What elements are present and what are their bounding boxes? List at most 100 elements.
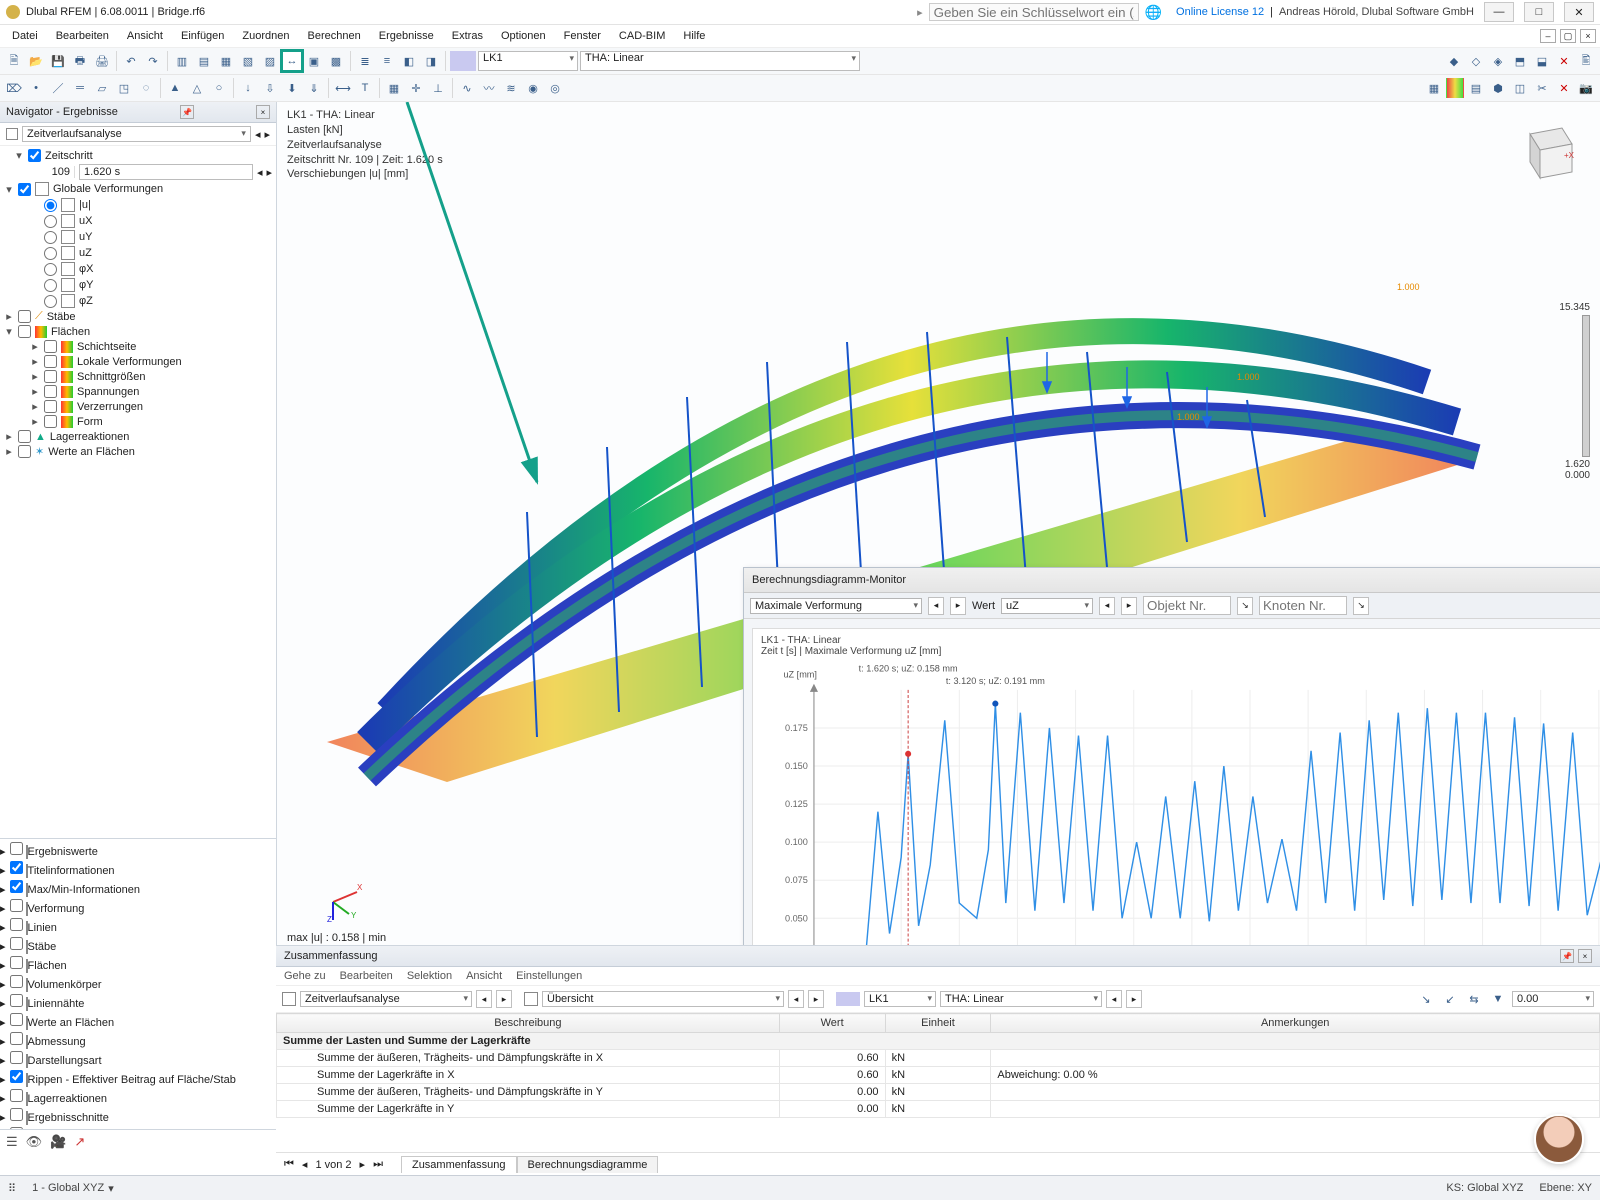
table-row[interactable]: Summe der Lagerkräfte in X0.60kNAbweichu… xyxy=(277,1067,1600,1084)
summary-tool2-icon[interactable]: ↙ xyxy=(1440,989,1460,1009)
solid-icon[interactable]: ◳ xyxy=(114,78,134,98)
timestep-check[interactable] xyxy=(28,149,41,162)
keyword-search-input[interactable] xyxy=(929,3,1139,21)
extra7-icon[interactable]: 🖺 xyxy=(1576,51,1596,71)
staebe-node[interactable]: ▸⟋Stäbe xyxy=(0,309,276,324)
license-link[interactable]: Online License 12 xyxy=(1176,6,1264,18)
results2-icon[interactable]: 〰 xyxy=(479,78,499,98)
results1-icon[interactable]: ∿ xyxy=(457,78,477,98)
pager-first-icon[interactable]: ⏮ xyxy=(284,1158,294,1171)
pin-icon[interactable]: 📌 xyxy=(180,105,194,119)
menu-ansicht[interactable]: Ansicht xyxy=(119,27,171,45)
sel-icon[interactable]: ⌦ xyxy=(4,78,24,98)
flaechen-sub-item[interactable]: ▸Form xyxy=(0,414,276,429)
nav-prev-icon[interactable]: ◂ xyxy=(255,128,261,141)
object-pick-icon[interactable]: ↘ xyxy=(1237,597,1253,615)
flaechen-sub-item[interactable]: ▸Schnittgrößen xyxy=(0,369,276,384)
deform-option[interactable]: φX xyxy=(0,261,276,277)
camera-icon[interactable]: 📷 xyxy=(1576,78,1596,98)
extra6-icon[interactable]: ✕ xyxy=(1554,51,1574,71)
menu-bearbeiten[interactable]: Bearbeiten xyxy=(48,27,117,45)
diagram-monitor-button[interactable]: ↔ xyxy=(282,51,302,71)
summary-filter-icon[interactable]: ▼ xyxy=(1488,989,1508,1009)
werte-node[interactable]: ▸✶Werte an Flächen xyxy=(0,444,276,459)
display-option[interactable]: ▸Flächen xyxy=(0,953,276,972)
view2-icon[interactable]: ▤ xyxy=(194,51,214,71)
deform-option[interactable]: φY xyxy=(0,277,276,293)
new-icon[interactable]: 🗎 xyxy=(4,51,24,71)
menu-berechnen[interactable]: Berechnen xyxy=(300,27,369,45)
close-button[interactable]: ✕ xyxy=(1564,2,1594,22)
mdi-restore-button[interactable]: ▢ xyxy=(1560,29,1576,43)
menu-extras[interactable]: Extras xyxy=(444,27,491,45)
maximize-button[interactable]: □ xyxy=(1524,2,1554,22)
open-icon[interactable]: 📂 xyxy=(26,51,46,71)
view1-icon[interactable]: ▥ xyxy=(172,51,192,71)
node-number-input[interactable] xyxy=(1259,596,1347,615)
table-row[interactable]: Summe der Lagerkräfte in Y0.00kN xyxy=(277,1101,1600,1118)
summary-menu-ansicht[interactable]: Ansicht xyxy=(466,970,502,982)
nav-tab-results-icon[interactable]: ↗ xyxy=(74,1134,85,1150)
lastfall-combo[interactable]: LK1 xyxy=(478,51,578,71)
summary-zero-combo[interactable]: 0.00 xyxy=(1512,991,1594,1007)
menu-hilfe[interactable]: Hilfe xyxy=(675,27,713,45)
grid-icon[interactable]: ▦ xyxy=(384,78,404,98)
dim-icon[interactable]: ⟷ xyxy=(333,78,353,98)
summary-menu-selektion[interactable]: Selektion xyxy=(407,970,452,982)
analysis-checkbox-icon[interactable] xyxy=(6,128,18,140)
snap-icon[interactable]: ✛ xyxy=(406,78,426,98)
table-row[interactable]: Summe der äußeren, Trägheits- und Dämpfu… xyxy=(277,1050,1600,1067)
calc3-icon[interactable]: ◧ xyxy=(399,51,419,71)
results3-icon[interactable]: ≋ xyxy=(501,78,521,98)
mdi-minimize-button[interactable]: – xyxy=(1540,29,1556,43)
view4-icon[interactable]: ▧ xyxy=(238,51,258,71)
object-number-input[interactable] xyxy=(1143,596,1231,615)
assistant-avatar[interactable] xyxy=(1534,1114,1584,1164)
diagram-next-icon[interactable]: ▸ xyxy=(950,597,966,615)
globale-node[interactable]: ▾Globale Verformungen xyxy=(0,181,276,197)
beam-icon[interactable]: ═ xyxy=(70,78,90,98)
extra4-icon[interactable]: ⬒ xyxy=(1510,51,1530,71)
results4-icon[interactable]: ◉ xyxy=(523,78,543,98)
lastfall-swatch[interactable] xyxy=(450,51,476,71)
opening-icon[interactable]: ◌ xyxy=(136,78,156,98)
display-option[interactable]: ▸Volumenkörper xyxy=(0,972,276,991)
summary-overview-combo[interactable]: Übersicht xyxy=(542,991,784,1007)
clear-icon[interactable]: ✕ xyxy=(1554,78,1574,98)
summary-menu-gehezu[interactable]: Gehe zu xyxy=(284,970,326,982)
deform-option[interactable]: uZ xyxy=(0,245,276,261)
summary-ov-next[interactable]: ▸ xyxy=(808,990,824,1008)
clip-icon[interactable]: ✂ xyxy=(1532,78,1552,98)
summary-menu-einstellungen[interactable]: Einstellungen xyxy=(516,970,582,982)
tab-berechnungsdiagramme[interactable]: Berechnungsdiagramme xyxy=(517,1156,659,1173)
analysis-type-combo[interactable]: THA: Linear xyxy=(580,51,860,71)
display-option[interactable]: ▸Werte an Flächen xyxy=(0,1010,276,1029)
timestep-combo[interactable]: 1.620 s xyxy=(79,164,253,180)
render2-icon[interactable] xyxy=(1446,78,1464,98)
summary-pin-icon[interactable]: 📌 xyxy=(1560,949,1574,963)
calc-icon[interactable]: ≣ xyxy=(355,51,375,71)
summary-menu-bearbeiten[interactable]: Bearbeiten xyxy=(340,970,393,982)
nav-tab-views-icon[interactable]: 🎥 xyxy=(50,1134,66,1150)
printreport-icon[interactable]: 🖨 xyxy=(92,51,112,71)
summary-tool1-icon[interactable]: ↘ xyxy=(1416,989,1436,1009)
save-icon[interactable]: 💾 xyxy=(48,51,68,71)
summary-analysis-combo[interactable]: Zeitverlaufsanalyse xyxy=(300,991,472,1007)
table-row[interactable]: Summe der äußeren, Trägheits- und Dämpfu… xyxy=(277,1084,1600,1101)
summary-ana-check[interactable] xyxy=(282,992,296,1006)
status-drag-icon[interactable]: ⠿ xyxy=(8,1182,16,1195)
undo-icon[interactable]: ↶ xyxy=(121,51,141,71)
value-prev-icon[interactable]: ◂ xyxy=(1099,597,1115,615)
print-icon[interactable]: 🖶 xyxy=(70,51,90,71)
load4-icon[interactable]: ⇓ xyxy=(304,78,324,98)
deform-option[interactable]: uY xyxy=(0,229,276,245)
extra2-icon[interactable]: ◇ xyxy=(1466,51,1486,71)
summary-lk-prev[interactable]: ◂ xyxy=(1106,990,1122,1008)
view5-icon[interactable]: ▨ xyxy=(260,51,280,71)
load1-icon[interactable]: ↓ xyxy=(238,78,258,98)
menu-optionen[interactable]: Optionen xyxy=(493,27,554,45)
results5-icon[interactable]: ◎ xyxy=(545,78,565,98)
menu-einfuegen[interactable]: Einfügen xyxy=(173,27,232,45)
pager-prev-icon[interactable]: ◂ xyxy=(302,1158,308,1171)
display-option[interactable]: ▸Ergebniswerte xyxy=(0,839,276,858)
